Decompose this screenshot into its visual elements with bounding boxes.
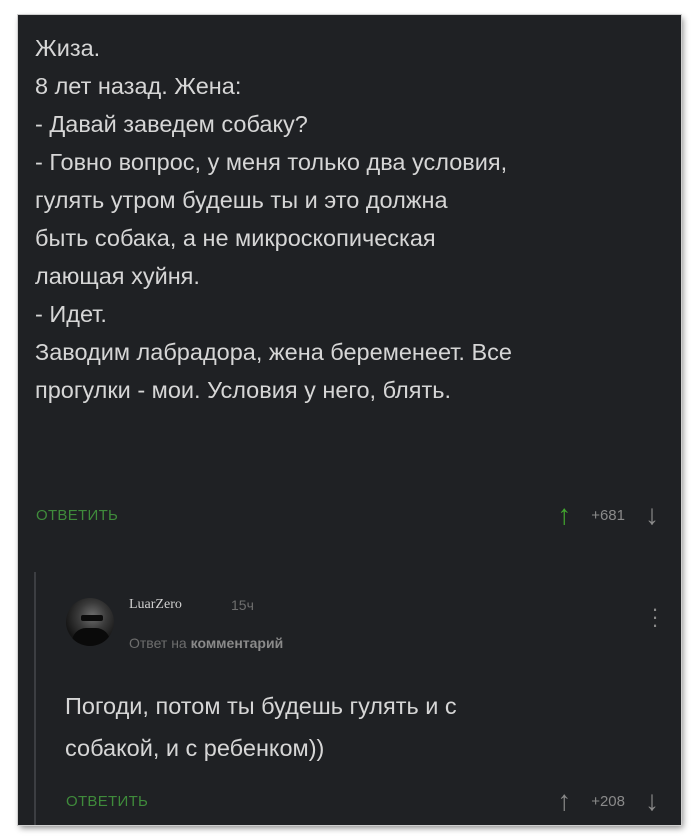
screenshot-frame: Жиза. 8 лет назад. Жена: - Давай заведем… bbox=[18, 15, 681, 825]
arrow-down-icon[interactable]: ↓ bbox=[645, 787, 659, 815]
thread-line[interactable] bbox=[34, 572, 36, 825]
post-line: - Давай заведем собаку? bbox=[35, 111, 308, 137]
post-line: 8 лет назад. Жена: bbox=[35, 73, 242, 99]
comment-time: 15ч bbox=[231, 597, 254, 613]
post-vote-controls: ↑ +681 ↓ bbox=[557, 501, 659, 529]
post-line: прогулки - мои. Условия у него, блять. bbox=[35, 377, 451, 403]
post-line: лающая хуйня. bbox=[35, 263, 200, 289]
comment-line: собакой, и с ребенком)) bbox=[65, 735, 325, 761]
post-line: быть собака, а не микроскопическая bbox=[35, 225, 436, 251]
comment-vote-controls: ↑ +208 ↓ bbox=[557, 787, 659, 815]
reply-to-prefix: Ответ на bbox=[129, 635, 187, 651]
comment-score: +208 bbox=[591, 792, 625, 810]
avatar[interactable] bbox=[66, 598, 114, 646]
kebab-menu-icon[interactable]: · · · bbox=[650, 598, 660, 636]
reply-to-info: Ответ на комментарий bbox=[129, 635, 283, 651]
post-line: - Говно вопрос, у меня только два услови… bbox=[35, 149, 508, 175]
reply-to-link[interactable]: комментарий bbox=[191, 635, 284, 651]
comment-line: Погоди, потом ты будешь гулять и с bbox=[65, 693, 457, 719]
post-body: Жиза. 8 лет назад. Жена: - Давай заведем… bbox=[35, 29, 671, 409]
arrow-up-icon[interactable]: ↑ bbox=[557, 787, 571, 815]
comment-username[interactable]: LuarZero bbox=[129, 597, 182, 613]
post-reply-button[interactable]: ОТВЕТИТЬ bbox=[36, 507, 118, 524]
post-line: - Идет. bbox=[35, 301, 107, 327]
arrow-down-icon[interactable]: ↓ bbox=[645, 501, 659, 529]
post-score: +681 bbox=[591, 506, 625, 524]
post-line: Жиза. bbox=[35, 35, 101, 61]
comment-reply-button[interactable]: ОТВЕТИТЬ bbox=[66, 793, 148, 810]
post-line: Заводим лабрадора, жена беременеет. Все bbox=[35, 339, 512, 365]
arrow-up-icon[interactable]: ↑ bbox=[557, 501, 571, 529]
comment-body: Погоди, потом ты будешь гулять и с собак… bbox=[65, 685, 667, 769]
post-line: гулять утром будешь ты и это должна bbox=[35, 187, 448, 213]
